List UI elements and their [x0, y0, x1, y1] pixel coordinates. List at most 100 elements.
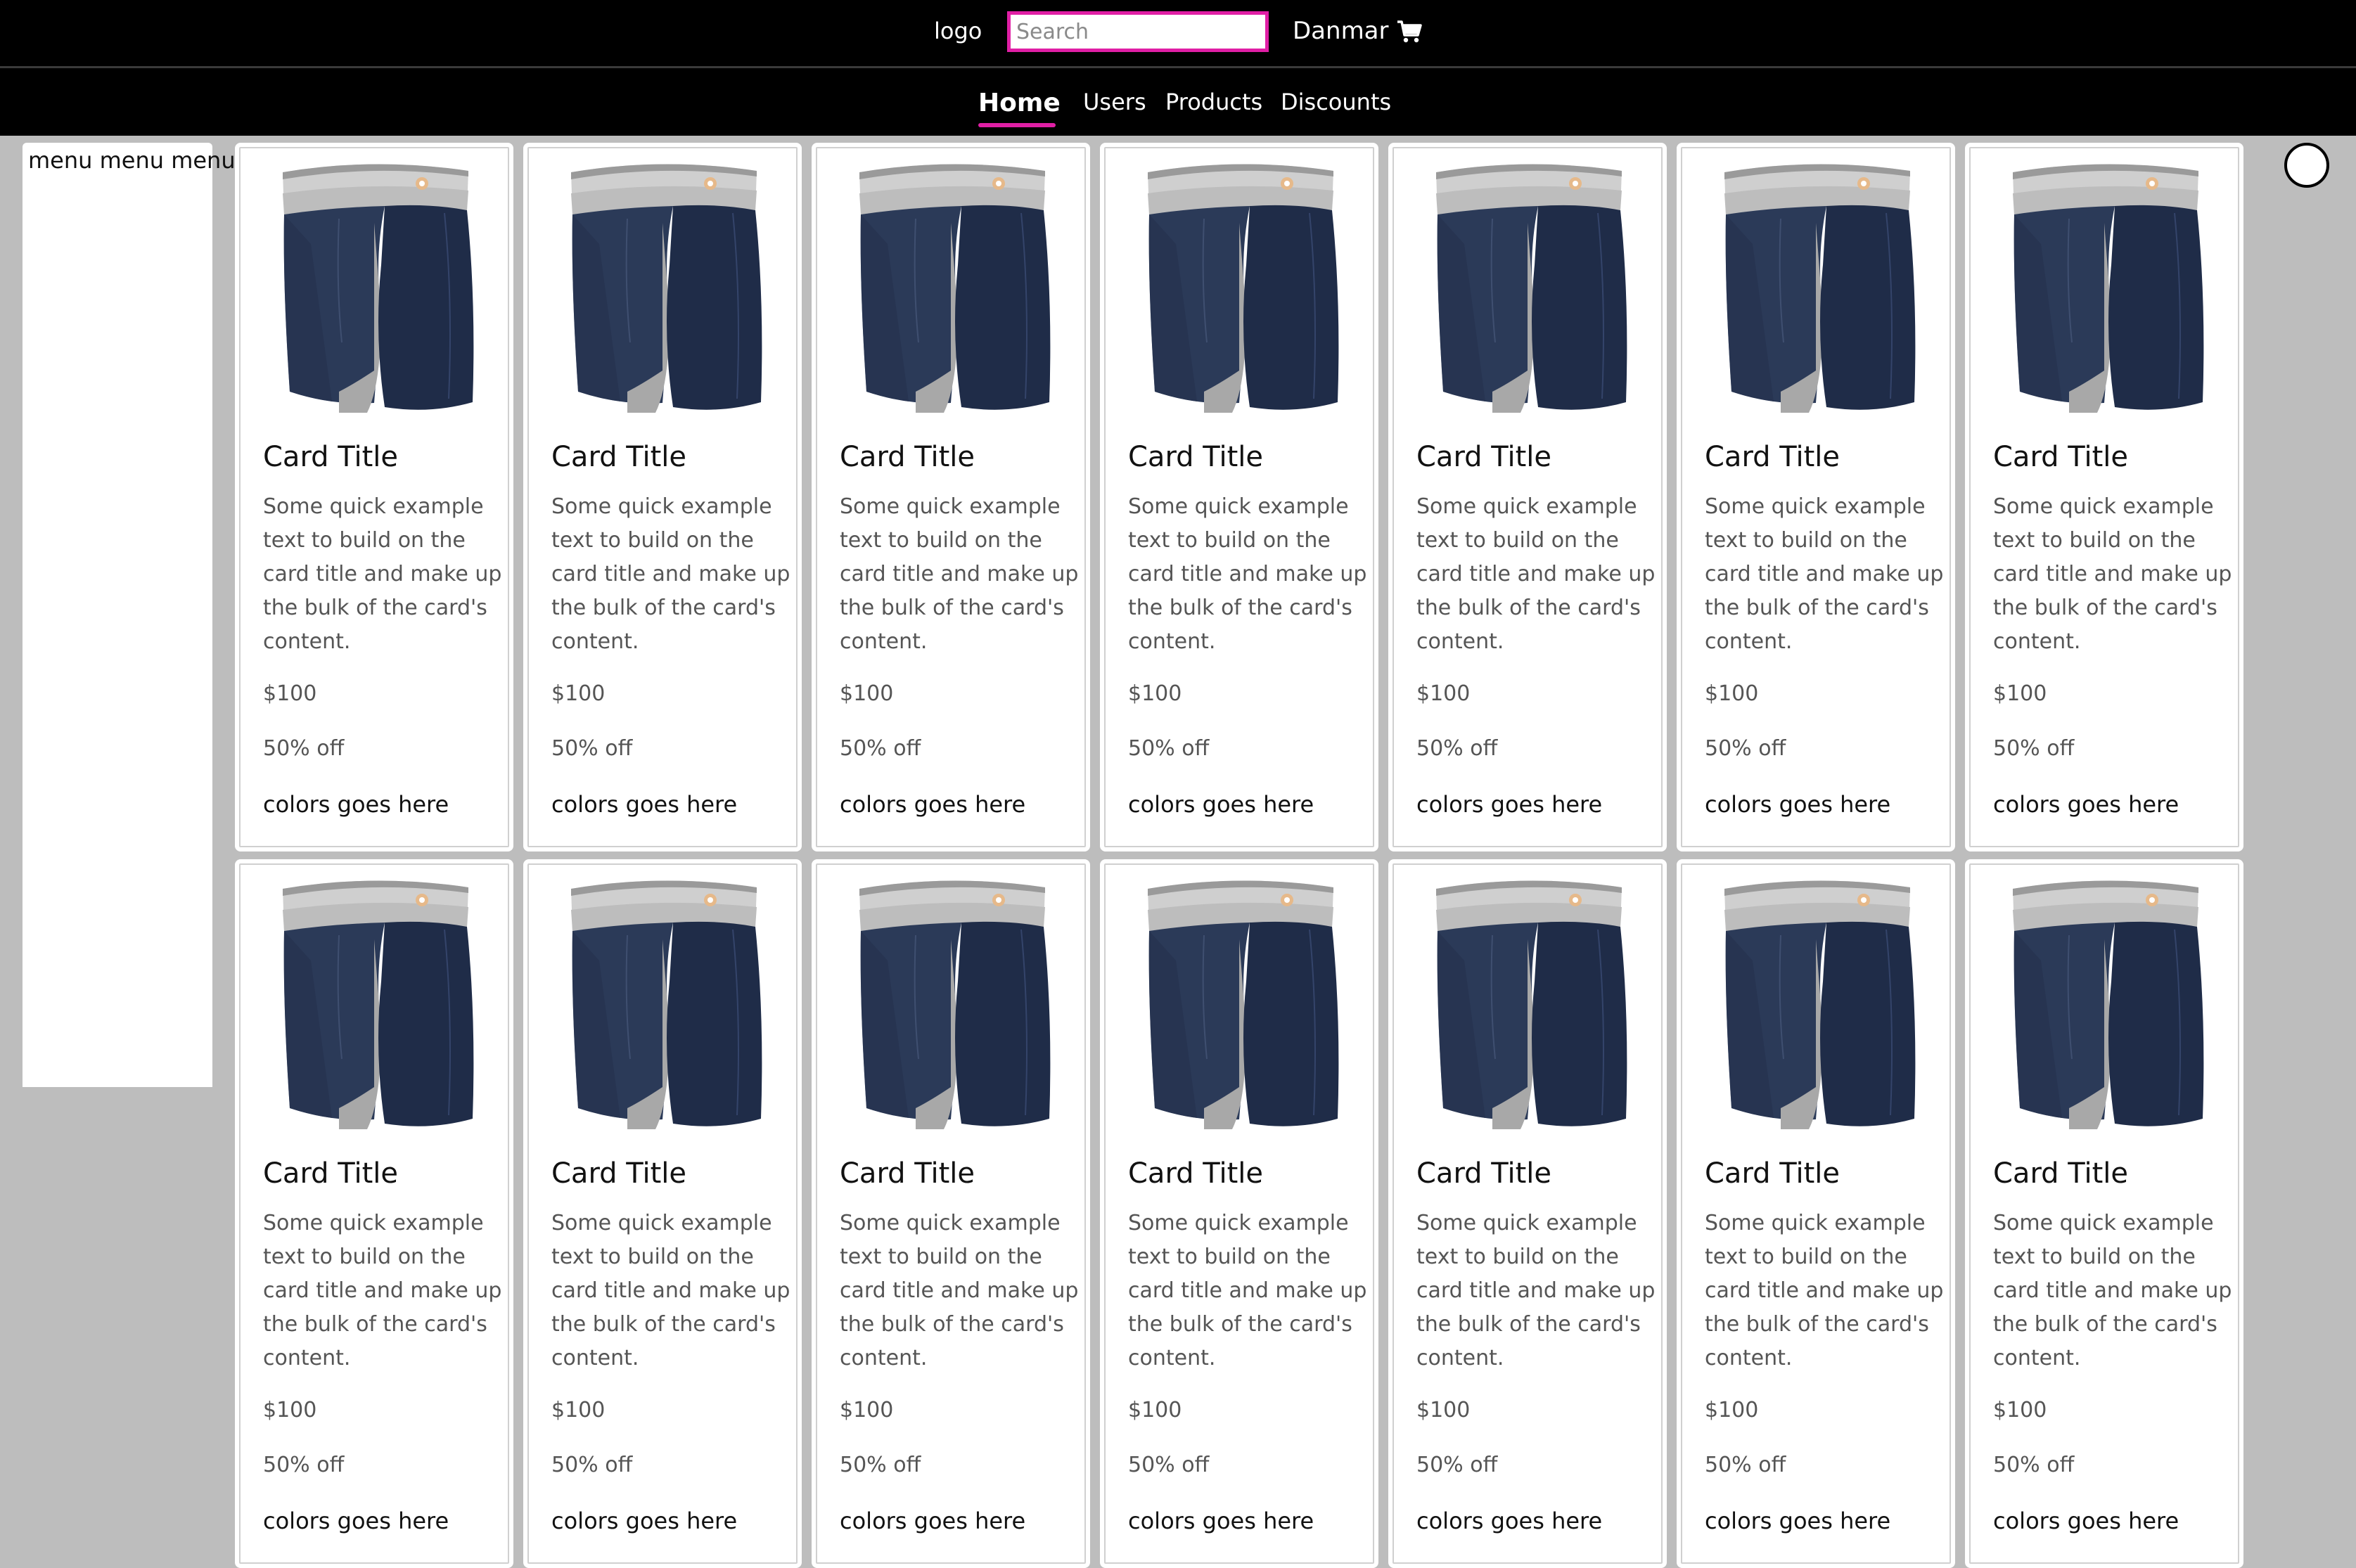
circle-button[interactable] — [2284, 143, 2329, 188]
product-image[interactable] — [845, 876, 1056, 1129]
card-description: Some quick example text to build on the … — [263, 494, 502, 654]
product-card[interactable]: Card Title Some quick example text to bui… — [1388, 143, 1667, 852]
card-price: $100 — [551, 681, 606, 706]
card-title: Card Title — [1128, 1157, 1264, 1190]
product-image[interactable] — [1134, 160, 1345, 413]
nav-products[interactable]: Products — [1165, 86, 1262, 117]
brand-name[interactable]: Danmar — [1293, 14, 1389, 48]
card-colors: colors goes here — [1416, 791, 1603, 818]
card-price: $100 — [840, 1398, 894, 1422]
card-colors: colors goes here — [263, 1508, 449, 1534]
product-card[interactable]: Card Title Some quick example text to bui… — [812, 143, 1090, 852]
card-colors: colors goes here — [551, 1508, 738, 1534]
card-colors: colors goes here — [840, 1508, 1026, 1534]
logo[interactable]: logo — [934, 14, 982, 48]
card-title: Card Title — [1705, 1157, 1840, 1190]
card-discount: 50% off — [1705, 736, 1786, 761]
product-card[interactable]: Card Title Some quick example text to bui… — [1965, 859, 2243, 1568]
product-image[interactable] — [1999, 160, 2210, 413]
product-card[interactable]: Card Title Some quick example text to bui… — [523, 143, 802, 852]
card-title: Card Title — [551, 1157, 687, 1190]
card-discount: 50% off — [1416, 736, 1498, 761]
nav-discounts[interactable]: Discounts — [1281, 86, 1391, 117]
sidebar-menu-text[interactable]: menu menu menu — [28, 147, 236, 174]
card-price: $100 — [1705, 1398, 1759, 1422]
card-description: Some quick example text to build on the … — [840, 494, 1079, 654]
card-title: Card Title — [1128, 441, 1264, 473]
card-description: Some quick example text to build on the … — [1416, 1211, 1656, 1370]
product-image[interactable] — [1134, 876, 1345, 1129]
card-title: Card Title — [840, 441, 975, 473]
card-title: Card Title — [263, 1157, 399, 1190]
product-card[interactable]: Card Title Some quick example text to bui… — [235, 859, 513, 1568]
nav-users[interactable]: Users — [1083, 86, 1146, 117]
product-card[interactable]: Card Title Some quick example text to bui… — [1965, 143, 2243, 852]
card-price: $100 — [551, 1398, 606, 1422]
card-price: $100 — [1705, 681, 1759, 706]
card-description: Some quick example text to build on the … — [551, 494, 790, 654]
card-title: Card Title — [840, 1157, 975, 1190]
card-description: Some quick example text to build on the … — [1705, 1211, 1944, 1370]
main-nav: Home Users Products Discounts — [0, 68, 2356, 136]
card-title: Card Title — [1416, 441, 1552, 473]
card-discount: 50% off — [1993, 736, 2075, 761]
card-discount: 50% off — [1705, 1453, 1786, 1477]
card-description: Some quick example text to build on the … — [263, 1211, 502, 1370]
product-card[interactable]: Card Title Some quick example text to bui… — [1100, 859, 1378, 1568]
card-colors: colors goes here — [1993, 791, 2179, 818]
shopping-cart-icon[interactable] — [1397, 20, 1422, 44]
product-image[interactable] — [1999, 876, 2210, 1129]
card-price: $100 — [263, 1398, 317, 1422]
card-colors: colors goes here — [1705, 1508, 1891, 1534]
card-price: $100 — [1128, 681, 1182, 706]
product-image[interactable] — [557, 876, 768, 1129]
card-title: Card Title — [1993, 441, 2129, 473]
card-description: Some quick example text to build on the … — [1993, 1211, 2232, 1370]
card-colors: colors goes here — [1993, 1508, 2179, 1534]
card-price: $100 — [1993, 1398, 2047, 1422]
product-image[interactable] — [1422, 160, 1633, 413]
card-discount: 50% off — [1993, 1453, 2075, 1477]
product-card[interactable]: Card Title Some quick example text to bui… — [812, 859, 1090, 1568]
card-title: Card Title — [1416, 1157, 1552, 1190]
sidebar-menu: menu menu menu — [23, 143, 236, 1087]
card-price: $100 — [263, 681, 317, 706]
search-input[interactable] — [1007, 11, 1269, 52]
card-price: $100 — [1416, 681, 1471, 706]
card-description: Some quick example text to build on the … — [1416, 494, 1656, 654]
card-discount: 50% off — [551, 1453, 633, 1477]
product-image[interactable] — [1710, 876, 1921, 1129]
card-title: Card Title — [1705, 441, 1840, 473]
card-colors: colors goes here — [1128, 791, 1314, 818]
product-card[interactable]: Card Title Some quick example text to bui… — [523, 859, 802, 1568]
card-title: Card Title — [551, 441, 687, 473]
card-colors: colors goes here — [551, 791, 738, 818]
product-image[interactable] — [1710, 160, 1921, 413]
card-colors: colors goes here — [1128, 1508, 1314, 1534]
nav-home[interactable]: Home — [978, 88, 1061, 119]
card-description: Some quick example text to build on the … — [551, 1211, 790, 1370]
card-price: $100 — [840, 681, 894, 706]
card-title: Card Title — [1993, 1157, 2129, 1190]
card-discount: 50% off — [1128, 1453, 1210, 1477]
card-description: Some quick example text to build on the … — [1128, 1211, 1367, 1370]
card-discount: 50% off — [1416, 1453, 1498, 1477]
card-description: Some quick example text to build on the … — [1705, 494, 1944, 654]
card-price: $100 — [1993, 681, 2047, 706]
product-card[interactable]: Card Title Some quick example text to bui… — [1388, 859, 1667, 1568]
card-discount: 50% off — [840, 1453, 921, 1477]
card-colors: colors goes here — [1416, 1508, 1603, 1534]
product-card[interactable]: Card Title Some quick example text to bui… — [1100, 143, 1378, 852]
card-discount: 50% off — [263, 1453, 345, 1477]
product-card[interactable]: Card Title Some quick example text to bui… — [1677, 143, 1955, 852]
product-card[interactable]: Card Title Some quick example text to bui… — [1677, 859, 1955, 1568]
card-title: Card Title — [263, 441, 399, 473]
product-image[interactable] — [845, 160, 1056, 413]
card-colors: colors goes here — [263, 791, 449, 818]
card-colors: colors goes here — [1705, 791, 1891, 818]
product-card[interactable]: Card Title Some quick example text to bui… — [235, 143, 513, 852]
product-image[interactable] — [1422, 876, 1633, 1129]
product-image[interactable] — [269, 160, 480, 413]
product-image[interactable] — [269, 876, 480, 1129]
product-image[interactable] — [557, 160, 768, 413]
